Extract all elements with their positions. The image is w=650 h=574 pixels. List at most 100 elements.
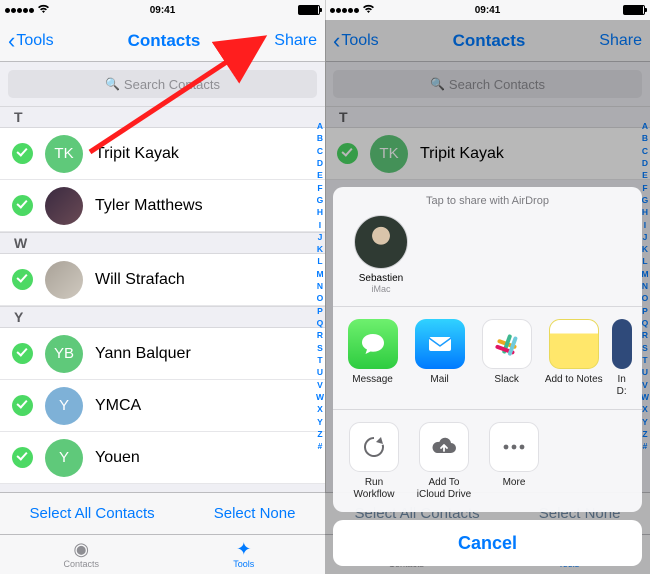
action-more[interactable]: More (479, 422, 549, 500)
contact-row[interactable]: Y Youen (0, 432, 325, 484)
action-icloud-drive[interactable]: Add To iCloud Drive (409, 422, 479, 500)
section-header-y: Y (0, 306, 325, 328)
select-none-button[interactable]: Select None (214, 505, 296, 522)
app-label: Message (352, 374, 393, 386)
app-label: D: (617, 386, 627, 398)
contact-row[interactable]: Will Strafach (0, 254, 325, 306)
status-bar-right (215, 5, 320, 15)
share-panel: Tap to share with AirDrop Sebastien iMac… (333, 187, 642, 512)
checkmark-icon[interactable] (12, 343, 33, 364)
airdrop-title: Tap to share with AirDrop (333, 187, 642, 211)
app-label: Slack (494, 374, 518, 386)
checkmark-icon[interactable] (12, 143, 33, 164)
tab-bar: ◉ Contacts ✦ Tools (0, 534, 325, 574)
action-label: Add To (429, 477, 460, 489)
contact-row[interactable]: TK Tripit Kayak (0, 128, 325, 180)
checkmark-icon[interactable] (12, 395, 33, 416)
airdrop-row: Sebastien iMac (333, 211, 642, 306)
app-label: Add to Notes (545, 374, 603, 386)
avatar: YB (45, 335, 83, 373)
back-label: Tools (16, 32, 53, 50)
airdrop-sub: iMac (371, 284, 390, 294)
share-apps-row: Message Mail Slack Add to Notes (333, 306, 642, 409)
notes-icon (549, 319, 599, 369)
contact-name: Youen (95, 449, 140, 467)
tab-tools[interactable]: ✦ Tools (163, 535, 326, 574)
cancel-button[interactable]: Cancel (333, 520, 642, 566)
section-header-t: T (0, 106, 325, 128)
status-bar: 09:41 (325, 0, 650, 20)
share-button[interactable]: Share (274, 32, 317, 50)
bottom-bar: Select All Contacts Select None (0, 492, 325, 534)
cloud-upload-icon (419, 422, 469, 472)
status-bar-left (5, 4, 110, 17)
contact-name: Tyler Matthews (95, 197, 203, 215)
contact-name: Yann Balquer (95, 345, 191, 363)
checkmark-icon[interactable] (12, 269, 33, 290)
select-all-button[interactable]: Select All Contacts (30, 505, 155, 522)
action-run-workflow[interactable]: Run Workflow (339, 422, 409, 500)
tab-label: Tools (233, 559, 254, 569)
share-app-peek[interactable]: In D: (607, 319, 636, 397)
airdrop-avatar (354, 215, 408, 269)
page-title: Contacts (128, 31, 201, 51)
share-app-notes[interactable]: Add to Notes (540, 319, 607, 397)
share-sheet: Tap to share with AirDrop Sebastien iMac… (333, 187, 642, 566)
mail-icon (415, 319, 465, 369)
airdrop-recipient[interactable]: Sebastien iMac (347, 215, 415, 294)
search-wrap: 🔍 Search Contacts (0, 62, 325, 106)
avatar (45, 261, 83, 299)
navbar: ‹ Tools Contacts Share (0, 20, 325, 62)
message-icon (348, 319, 398, 369)
action-label: Run (365, 477, 383, 489)
checkmark-icon[interactable] (12, 447, 33, 468)
app-label: In (617, 374, 625, 386)
tools-wand-icon: ✦ (236, 540, 251, 558)
section-index[interactable]: ABCDEFGHIJKLMNOPQRSTUVWXYZ# (316, 120, 324, 452)
avatar (45, 187, 83, 225)
search-input[interactable]: 🔍 Search Contacts (8, 70, 317, 98)
app-label: Mail (430, 374, 448, 386)
contacts-icon: ◉ (73, 540, 89, 558)
tab-contacts[interactable]: ◉ Contacts (0, 535, 163, 574)
status-bar: 09:41 (0, 0, 325, 20)
contact-name: Tripit Kayak (95, 145, 179, 163)
action-label: iCloud Drive (417, 489, 471, 501)
share-app-slack[interactable]: Slack (473, 319, 540, 397)
share-app-message[interactable]: Message (339, 319, 406, 397)
app-icon (612, 319, 632, 369)
contact-name: Will Strafach (95, 271, 185, 289)
share-app-mail[interactable]: Mail (406, 319, 473, 397)
phone-left: 09:41 ‹ Tools Contacts Share 🔍 Search Co… (0, 0, 325, 574)
battery-icon (298, 5, 320, 15)
wifi-icon (362, 4, 375, 17)
search-icon: 🔍 (105, 77, 120, 91)
search-placeholder: Search Contacts (124, 77, 220, 92)
contact-name: YMCA (95, 397, 141, 415)
chevron-left-icon: ‹ (8, 30, 15, 52)
contact-row[interactable]: Tyler Matthews (0, 180, 325, 232)
section-header-w: W (0, 232, 325, 254)
share-actions-row: Run Workflow Add To iCloud Drive More (333, 409, 642, 512)
action-label: Workflow (354, 489, 395, 501)
cellular-signal-icon (5, 5, 35, 16)
more-icon (489, 422, 539, 472)
slack-icon (482, 319, 532, 369)
avatar: Y (45, 439, 83, 477)
cellular-signal-icon (330, 5, 360, 16)
wifi-icon (37, 4, 50, 17)
avatar: TK (45, 135, 83, 173)
sync-icon (349, 422, 399, 472)
back-button[interactable]: ‹ Tools (8, 30, 54, 52)
contact-row[interactable]: YB Yann Balquer (0, 328, 325, 380)
checkmark-icon[interactable] (12, 195, 33, 216)
status-bar-time: 09:41 (110, 5, 215, 16)
status-bar-time: 09:41 (435, 5, 540, 16)
contact-row[interactable]: Y YMCA (0, 380, 325, 432)
action-label: More (503, 477, 526, 489)
tab-label: Contacts (63, 559, 99, 569)
airdrop-name: Sebastien (359, 273, 403, 284)
battery-icon (623, 5, 645, 15)
phone-right: 09:41 ‹Tools Contacts Share 🔍Search Cont… (325, 0, 650, 574)
avatar: Y (45, 387, 83, 425)
